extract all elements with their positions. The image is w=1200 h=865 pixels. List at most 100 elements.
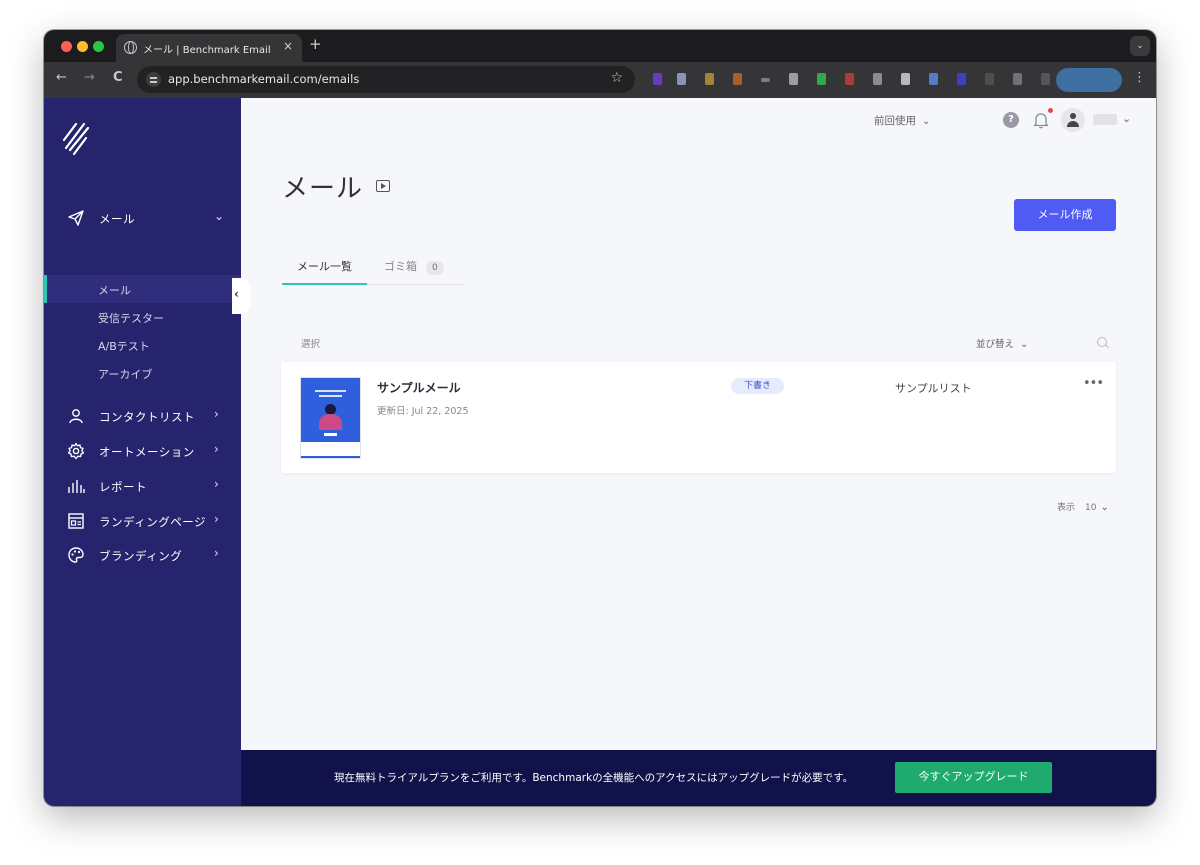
sidebar-item-label: オートメーション <box>99 445 195 459</box>
zoom-window-button[interactable] <box>93 41 104 52</box>
reload-button[interactable]: C <box>113 70 123 85</box>
search-icon[interactable] <box>1097 337 1107 347</box>
sidebar-subitem-email[interactable]: メール <box>44 275 241 303</box>
benchmark-logo-icon[interactable] <box>62 118 92 158</box>
palette-icon <box>68 547 84 563</box>
bookmark-star-icon[interactable]: ☆ <box>610 70 623 86</box>
page-size-selector[interactable]: 表示 10 ⌄ <box>1057 500 1109 513</box>
extension-icon[interactable] <box>901 73 910 85</box>
sidebar-subitem-ab-test[interactable]: A/Bテスト <box>44 331 241 359</box>
chevron-down-icon[interactable]: ⌄ <box>1122 112 1131 125</box>
close-window-button[interactable] <box>61 41 72 52</box>
minimize-window-button[interactable] <box>77 41 88 52</box>
chevron-left-icon: ‹ <box>234 287 239 301</box>
browser-window: メール | Benchmark Email × + ⌄ ← → C app.be… <box>44 30 1156 806</box>
username-redacted[interactable] <box>1093 114 1117 125</box>
sidebar-item-automation[interactable]: オートメーション › <box>44 436 241 466</box>
sort-label: 並び替え <box>976 339 1015 350</box>
tab-trash[interactable]: ゴミ箱 0 <box>384 258 444 285</box>
sidebar-collapse-button[interactable]: ‹ <box>232 278 250 314</box>
sidebar-subitem-label: A/Bテスト <box>98 340 150 353</box>
sidebar-item-label: ブランディング <box>99 549 183 563</box>
create-email-button[interactable]: メール作成 <box>1014 199 1116 231</box>
extension-icon[interactable] <box>653 73 662 85</box>
thumbnail-heading-line <box>315 390 346 392</box>
chevron-right-icon: › <box>214 512 219 526</box>
tab-label: ゴミ箱 <box>384 260 417 273</box>
email-thumbnail[interactable] <box>300 377 361 459</box>
more-options-icon[interactable]: ••• <box>1083 376 1104 391</box>
url-text[interactable]: app.benchmarkemail.com/emails <box>168 72 359 86</box>
sidebar-item-reports[interactable]: レポート › <box>44 471 241 501</box>
chevron-right-icon: › <box>214 477 219 491</box>
email-tabs: メール一覧 ゴミ箱 0 <box>282 258 464 285</box>
extension-icon[interactable] <box>929 73 938 85</box>
chevron-right-icon: › <box>214 546 219 560</box>
chevron-down-icon: ⌄ <box>922 116 931 127</box>
extension-icon[interactable] <box>1013 73 1022 85</box>
back-button[interactable]: ← <box>56 70 67 85</box>
upgrade-banner: 現在無料トライアルプランをご利用です。Benchmarkの全機能へのアクセスには… <box>241 750 1156 806</box>
extension-icon[interactable] <box>873 73 882 85</box>
video-tutorial-icon[interactable] <box>376 180 390 192</box>
sidebar-subitem-label: アーカイブ <box>98 368 153 381</box>
browser-toolbar: ← → C app.benchmarkemail.com/emails ☆ ⋮ <box>44 62 1156 98</box>
extension-icon[interactable] <box>705 73 714 85</box>
site-settings-icon[interactable] <box>146 72 161 87</box>
paper-plane-icon <box>68 210 84 226</box>
extension-icon[interactable] <box>817 73 826 85</box>
extension-icon[interactable] <box>957 73 966 85</box>
extension-icon[interactable] <box>985 73 994 85</box>
extension-icon[interactable] <box>761 78 770 82</box>
new-tab-button[interactable]: + <box>309 35 322 53</box>
chevron-right-icon: › <box>214 407 219 421</box>
email-name[interactable]: サンプルメール <box>377 379 461 396</box>
address-bar[interactable]: app.benchmarkemail.com/emails ☆ <box>137 66 635 93</box>
extension-icon[interactable] <box>789 73 798 85</box>
sidebar-item-label: メール <box>99 212 135 226</box>
extension-icon[interactable] <box>1041 73 1050 85</box>
chevron-right-icon: › <box>214 442 219 456</box>
extension-icon[interactable] <box>733 73 742 85</box>
sort-dropdown[interactable]: 並び替え ⌄ <box>976 336 1028 350</box>
thumbnail-button <box>324 433 337 436</box>
thumbnail-footer-line <box>301 456 360 458</box>
page-title: メール <box>282 174 364 204</box>
chevron-down-icon: ⌄ <box>214 209 225 223</box>
profile-button[interactable] <box>1056 68 1122 92</box>
thumbnail-figure-body <box>319 414 342 430</box>
sidebar-item-email[interactable]: メール ⌄ <box>44 203 241 233</box>
main-content: 前回使用 ⌄ ? ⌄ メール メール作成 メール一覧 ゴミ箱 0 選択 並び替え ⌄ <box>241 98 1156 806</box>
sidebar-subitem-label: 受信テスター <box>98 312 164 325</box>
sidebar-subitem-archive[interactable]: アーカイブ <box>44 359 241 387</box>
upgrade-now-button[interactable]: 今すぐアップグレード <box>895 762 1052 793</box>
chevron-down-icon: ⌄ <box>1100 502 1109 513</box>
recent-used-dropdown[interactable]: 前回使用 ⌄ <box>874 113 930 128</box>
email-list-name: サンプルリスト <box>895 382 972 395</box>
page-size-value: 10 <box>1085 503 1097 513</box>
tab-close-icon[interactable]: × <box>283 39 293 53</box>
tab-search-button[interactable]: ⌄ <box>1130 36 1150 56</box>
forward-button[interactable]: → <box>84 70 95 85</box>
sidebar-item-branding[interactable]: ブランディング › <box>44 540 241 570</box>
select-all-toggle[interactable]: 選択 <box>301 336 320 350</box>
email-updated-date: 更新日: Jul 22, 2025 <box>377 406 469 417</box>
globe-icon <box>124 41 137 54</box>
gear-icon <box>67 442 85 460</box>
browser-tab[interactable]: メール | Benchmark Email × <box>116 34 302 62</box>
landing-page-icon <box>68 513 84 529</box>
browser-menu-icon[interactable]: ⋮ <box>1133 70 1146 85</box>
help-icon[interactable]: ? <box>1003 112 1019 128</box>
tab-email-list[interactable]: メール一覧 <box>282 258 367 285</box>
bell-icon[interactable] <box>1033 111 1049 129</box>
extension-icon[interactable] <box>677 73 686 85</box>
email-list-item[interactable]: サンプルメール 更新日: Jul 22, 2025 下書き サンプルリスト ••… <box>281 362 1116 473</box>
sidebar-subitem-inbox-tester[interactable]: 受信テスター <box>44 303 241 331</box>
sidebar-item-landing-pages[interactable]: ランディングページ › <box>44 506 241 536</box>
sidebar-item-contacts[interactable]: コンタクトリスト › <box>44 401 241 431</box>
banner-text: 現在無料トライアルプランをご利用です。Benchmarkの全機能へのアクセスには… <box>334 772 854 784</box>
tab-strip: メール | Benchmark Email × + ⌄ <box>44 30 1156 62</box>
sidebar-item-label: コンタクトリスト <box>99 410 195 424</box>
extension-icon[interactable] <box>845 73 854 85</box>
avatar[interactable] <box>1061 108 1085 132</box>
